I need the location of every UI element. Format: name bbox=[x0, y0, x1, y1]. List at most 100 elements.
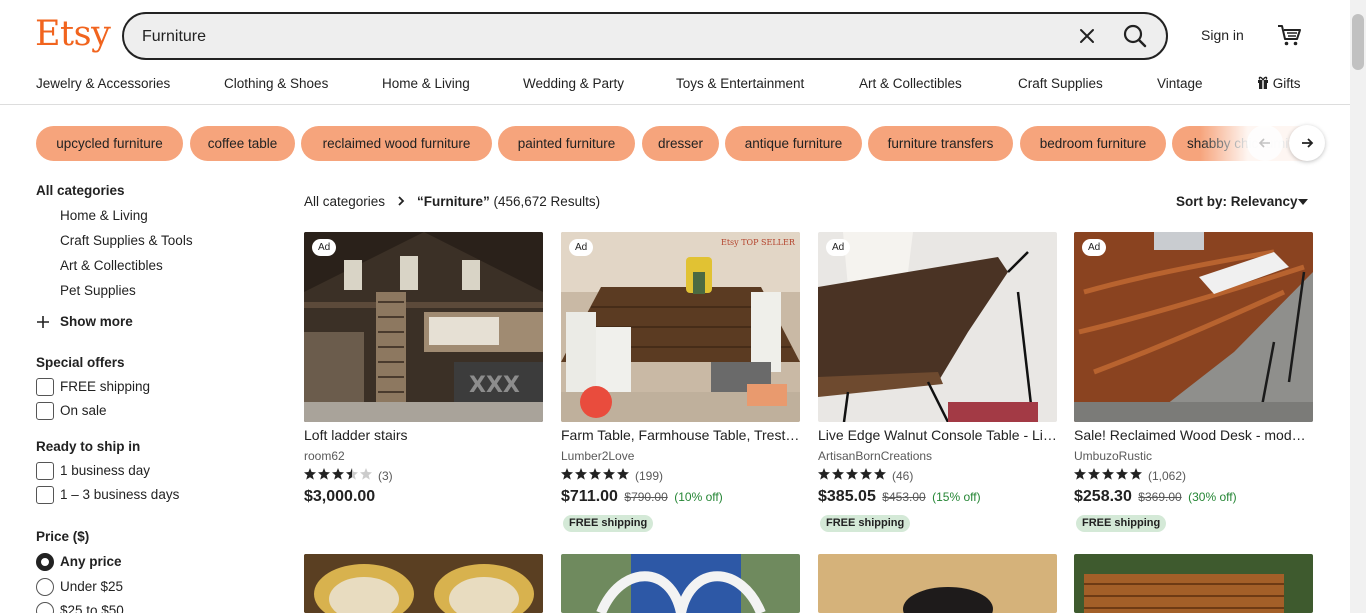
review-count: (199) bbox=[635, 469, 664, 483]
chip-coffee-table[interactable]: coffee table bbox=[190, 126, 295, 161]
star-rating bbox=[818, 468, 886, 480]
category-link-home-living[interactable]: Home & Living bbox=[60, 208, 148, 223]
chip-furniture-transfers[interactable]: furniture transfers bbox=[868, 126, 1013, 161]
ship-1-3-days-label[interactable]: 1 – 3 business days bbox=[60, 487, 179, 502]
listing-price: $711.00 bbox=[561, 488, 618, 505]
chip-bedroom-furniture[interactable]: bedroom furniture bbox=[1020, 126, 1166, 161]
free-shipping-checkbox[interactable] bbox=[36, 378, 54, 396]
review-count: (46) bbox=[892, 469, 914, 483]
search-input[interactable]: Furniture bbox=[142, 28, 206, 46]
nav-item-gifts[interactable]: Gifts bbox=[1257, 76, 1301, 91]
chips-next-button[interactable] bbox=[1289, 125, 1325, 161]
listing-card[interactable]: Ad Live Edge Walnut Console Table - Live… bbox=[818, 232, 1057, 532]
listing-price: $258.30 bbox=[1074, 488, 1132, 505]
search-icon[interactable] bbox=[1120, 21, 1150, 51]
nav-item-clothing[interactable]: Clothing & Shoes bbox=[224, 76, 328, 91]
listing-price-row: $711.00 $790.00 (10% off) bbox=[561, 488, 723, 506]
scrollbar-thumb[interactable] bbox=[1352, 14, 1364, 70]
nav-item-jewelry[interactable]: Jewelry & Accessories bbox=[36, 76, 170, 91]
page-scrollbar[interactable] bbox=[1350, 0, 1366, 613]
any-price-label[interactable]: Any price bbox=[60, 554, 122, 569]
listing-image[interactable] bbox=[304, 554, 543, 613]
listing-title[interactable]: Sale! Reclaimed Wood Desk - modern live … bbox=[1074, 427, 1313, 443]
arrow-left-icon bbox=[1258, 138, 1270, 148]
nav-divider bbox=[0, 104, 1350, 105]
on-sale-checkbox[interactable] bbox=[36, 402, 54, 420]
nav-item-craft[interactable]: Craft Supplies bbox=[1018, 76, 1103, 91]
nav-item-wedding[interactable]: Wedding & Party bbox=[523, 76, 624, 91]
ad-badge: Ad bbox=[569, 239, 594, 256]
sort-dropdown[interactable]: Sort by: Relevancy bbox=[1176, 194, 1298, 209]
search-bar[interactable]: Furniture bbox=[122, 12, 1168, 60]
sign-in-link[interactable]: Sign in bbox=[1201, 27, 1244, 43]
on-sale-label[interactable]: On sale bbox=[60, 403, 107, 418]
chip-antique-furniture[interactable]: antique furniture bbox=[725, 126, 862, 161]
chip-reclaimed-wood[interactable]: reclaimed wood furniture bbox=[301, 126, 492, 161]
etsy-logo[interactable]: Etsy bbox=[35, 14, 111, 54]
close-icon[interactable] bbox=[1074, 23, 1100, 49]
cart-icon[interactable] bbox=[1276, 22, 1302, 48]
ad-badge: Ad bbox=[312, 239, 337, 256]
star-rating bbox=[304, 468, 372, 480]
nav-item-home-living[interactable]: Home & Living bbox=[382, 76, 470, 91]
top-seller-text: Etsy TOP SELLER bbox=[721, 238, 796, 247]
chip-dresser[interactable]: dresser bbox=[642, 126, 719, 161]
nav-item-vintage[interactable]: Vintage bbox=[1157, 76, 1203, 91]
under-25-radio[interactable] bbox=[36, 578, 54, 596]
listing-image[interactable]: Ad bbox=[1074, 232, 1313, 422]
listing-image[interactable]: XXX Ad bbox=[304, 232, 543, 422]
category-link-craft-supplies[interactable]: Craft Supplies & Tools bbox=[60, 233, 193, 248]
listing-image[interactable]: Ad bbox=[818, 232, 1057, 422]
gift-icon bbox=[1258, 76, 1268, 89]
ship-1-day-label[interactable]: 1 business day bbox=[60, 463, 150, 478]
ready-to-ship-heading: Ready to ship in bbox=[36, 439, 141, 454]
shop-name: Lumber2Love bbox=[561, 449, 635, 463]
listing-image[interactable] bbox=[818, 554, 1057, 613]
listing-image[interactable] bbox=[1074, 554, 1313, 613]
25-to-50-label[interactable]: $25 to $50 bbox=[60, 603, 124, 613]
ship-1-day-checkbox[interactable] bbox=[36, 462, 54, 480]
price-heading: Price ($) bbox=[36, 529, 90, 544]
results-count: (456,672 Results) bbox=[493, 194, 601, 209]
ad-badge: Ad bbox=[826, 239, 851, 256]
star-rating bbox=[561, 468, 629, 480]
25-to-50-radio[interactable] bbox=[36, 602, 54, 613]
svg-text:XXX: XXX bbox=[469, 373, 520, 398]
nav-item-toys[interactable]: Toys & Entertainment bbox=[676, 76, 804, 91]
listing-price: $385.05 bbox=[818, 488, 876, 505]
listing-title[interactable]: Farm Table, Farmhouse Table, Trestle Tab… bbox=[561, 427, 800, 443]
chip-painted-furniture[interactable]: painted furniture bbox=[498, 126, 635, 161]
shop-name: room62 bbox=[304, 449, 345, 463]
listing-card[interactable]: Ad Sale! Reclaimed Wood Desk - modern li… bbox=[1074, 232, 1313, 532]
breadcrumb-all-categories[interactable]: All categories bbox=[304, 194, 385, 209]
nav-item-art[interactable]: Art & Collectibles bbox=[859, 76, 962, 91]
ship-1-3-days-checkbox[interactable] bbox=[36, 486, 54, 504]
listing-card[interactable]: Etsy TOP SELLER Ad Farm Table, Farmhouse… bbox=[561, 232, 800, 532]
chips-prev-button[interactable] bbox=[1247, 125, 1283, 161]
all-categories-heading[interactable]: All categories bbox=[36, 183, 125, 198]
listing-image[interactable]: Etsy TOP SELLER Ad bbox=[561, 232, 800, 422]
category-link-pet-supplies[interactable]: Pet Supplies bbox=[60, 283, 136, 298]
caret-down-icon[interactable] bbox=[1298, 198, 1308, 206]
shop-name: UmbuzoRustic bbox=[1074, 449, 1153, 463]
free-shipping-badge: FREE shipping bbox=[820, 515, 911, 532]
free-shipping-label[interactable]: FREE shipping bbox=[60, 379, 150, 394]
review-count: (3) bbox=[378, 469, 393, 483]
chevron-right-icon bbox=[398, 196, 405, 206]
under-25-label[interactable]: Under $25 bbox=[60, 579, 123, 594]
listing-title[interactable]: Loft ladder stairs bbox=[304, 427, 543, 443]
listing-card[interactable]: XXX Ad Loft ladder stairs room62 (3) $3,… bbox=[304, 232, 543, 532]
listing-price-row: $385.05 $453.00 (15% off) bbox=[818, 488, 981, 506]
ad-badge: Ad bbox=[1082, 239, 1107, 256]
listing-price: $3,000.00 bbox=[304, 488, 376, 505]
original-price: $453.00 bbox=[882, 490, 926, 504]
chip-upcycled-furniture[interactable]: upcycled furniture bbox=[36, 126, 183, 161]
star-rating bbox=[1074, 468, 1142, 480]
etsy-search-page: Etsy Furniture Sign in Jewelry & Accesso… bbox=[0, 0, 1366, 613]
results-summary: “Furniture” (456,672 Results) bbox=[417, 194, 600, 209]
nav-gifts-label: Gifts bbox=[1272, 76, 1301, 91]
any-price-radio[interactable] bbox=[36, 553, 54, 571]
category-link-art[interactable]: Art & Collectibles bbox=[60, 258, 163, 273]
listing-title[interactable]: Live Edge Walnut Console Table - Live Ed… bbox=[818, 427, 1057, 443]
listing-image[interactable] bbox=[561, 554, 800, 613]
